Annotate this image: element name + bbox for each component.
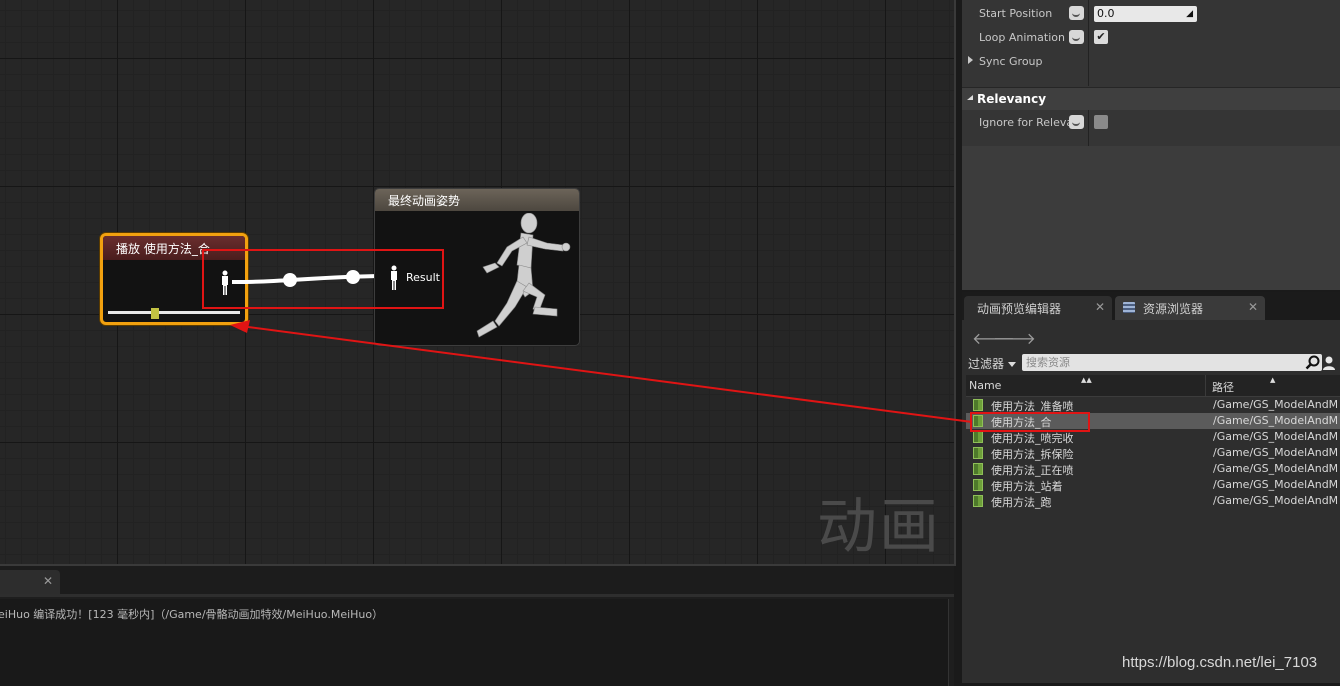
column-divider[interactable] xyxy=(1205,375,1206,396)
collapse-triangle-icon[interactable] xyxy=(967,95,973,100)
user-icon[interactable] xyxy=(1322,355,1336,371)
asset-row[interactable]: 使用方法_准备喷 /Game/GS_ModelAndM xyxy=(966,397,1340,413)
site-watermark: https://blog.csdn.net/lei_7103 xyxy=(1122,654,1318,671)
asset-row[interactable]: 使用方法_跑 /Game/GS_ModelAndM xyxy=(966,493,1340,509)
asset-row[interactable]: 使用方法_正在喷 /Game/GS_ModelAndM xyxy=(966,461,1340,477)
tab-anim-preview-editor[interactable]: 动画预览编辑器 ✕ xyxy=(964,296,1112,320)
output-node-title: 最终动画姿势 xyxy=(375,189,579,211)
filter-dropdown[interactable]: 过滤器 xyxy=(968,355,1016,372)
animation-sequence-icon xyxy=(973,447,983,459)
drag-handle-icon[interactable]: ◢ xyxy=(1186,6,1193,22)
animation-sequence-icon xyxy=(973,479,983,491)
annotation-highlight-box xyxy=(202,249,444,309)
compiler-log-panel: eiHuo 编译成功！[123 毫秒内]（/Game/骨骼动画加特效/MeiHu… xyxy=(0,594,954,686)
compiler-results-tab[interactable]: ✕ xyxy=(0,570,60,594)
tab-content-browser[interactable]: 资源浏览器 ✕ xyxy=(1115,296,1265,320)
relevancy-header-label: Relevancy xyxy=(977,92,1047,106)
reset-to-default-icon[interactable] xyxy=(1069,30,1084,44)
animation-sequence-icon xyxy=(973,399,983,411)
asset-search-box[interactable] xyxy=(1022,354,1322,371)
start-position-row: Start Position 0.0 ◢ xyxy=(962,1,1340,25)
asset-row[interactable]: 使用方法_站着 /Game/GS_ModelAndM xyxy=(966,477,1340,493)
sync-group-row[interactable]: Sync Group xyxy=(962,49,1340,73)
ignore-relevancy-label: Ignore for Relevan xyxy=(979,116,1069,129)
sort-ascending-icon: ▲ xyxy=(1270,376,1276,384)
asset-name: 使用方法_喷完收 xyxy=(991,432,1074,445)
ignore-relevancy-checkbox[interactable] xyxy=(1094,115,1108,129)
close-icon[interactable]: ✕ xyxy=(1095,300,1105,314)
asset-path: /Game/GS_ModelAndM xyxy=(1213,398,1337,411)
search-icon[interactable] xyxy=(1305,355,1320,370)
asset-path: /Game/GS_ModelAndM xyxy=(1213,478,1337,491)
running-mannequin-icon xyxy=(476,213,571,338)
close-icon[interactable]: ✕ xyxy=(43,574,53,588)
animation-sequence-icon xyxy=(973,463,983,475)
close-icon[interactable]: ✕ xyxy=(1248,300,1258,314)
asset-name: 使用方法_拆保险 xyxy=(991,448,1074,461)
reset-to-default-icon[interactable] xyxy=(1069,6,1084,20)
asset-path: /Game/GS_ModelAndM xyxy=(1213,494,1337,507)
start-position-field[interactable]: 0.0 ◢ xyxy=(1094,6,1197,22)
loop-animation-row: Loop Animation ✔ xyxy=(962,25,1340,49)
content-browser-panel: 🡐 🡒 过滤器 Name ▲▲ 路径 ▲ 使用方法_准备喷 /Game/GS_M… xyxy=(962,320,1340,683)
filter-label: 过滤器 xyxy=(968,357,1005,371)
log-message: eiHuo 编译成功！[123 毫秒内]（/Game/骨骼动画加特效/MeiHu… xyxy=(0,608,384,621)
asset-search-input[interactable] xyxy=(1022,354,1296,371)
animation-sequence-icon xyxy=(973,495,983,507)
relevancy-section-header[interactable]: Relevancy xyxy=(962,87,1340,110)
details-panel: Start Position 0.0 ◢ Loop Animation ✔ Sy… xyxy=(962,0,1340,290)
content-browser-icon xyxy=(1123,302,1135,313)
tab-label: 资源浏览器 xyxy=(1143,302,1204,316)
ignore-relevancy-row: Ignore for Relevan xyxy=(962,110,1340,134)
animation-sequence-icon xyxy=(973,431,983,443)
log-tab-bar: ✕ xyxy=(0,566,954,594)
sort-ascending-icon: ▲▲ xyxy=(1081,376,1092,384)
sync-group-label: Sync Group xyxy=(979,55,1043,68)
log-content: eiHuo 编译成功！[123 毫秒内]（/Game/骨骼动画加特效/MeiHu… xyxy=(0,599,949,686)
asset-list-header: Name ▲▲ 路径 ▲ xyxy=(966,375,1340,397)
start-position-label: Start Position xyxy=(979,7,1053,20)
dropdown-arrow-icon xyxy=(1007,362,1016,367)
expand-triangle-icon[interactable] xyxy=(968,56,973,64)
asset-row[interactable]: 使用方法_拆保险 /Game/GS_ModelAndM xyxy=(966,445,1340,461)
asset-path: /Game/GS_ModelAndM xyxy=(1213,430,1337,443)
asset-path: /Game/GS_ModelAndM xyxy=(1213,446,1337,459)
anim-graph-canvas[interactable]: 动画 播放 使用方法_合 最终动画姿势 Result xyxy=(0,0,956,566)
loop-animation-checkbox[interactable]: ✔ xyxy=(1094,30,1108,44)
start-position-value: 0.0 xyxy=(1097,7,1115,20)
loop-animation-label: Loop Animation xyxy=(979,31,1065,44)
asset-name: 使用方法_跑 xyxy=(991,496,1052,509)
name-column-header[interactable]: Name xyxy=(969,379,1001,392)
asset-name: 使用方法_正在喷 xyxy=(991,464,1074,477)
annotation-highlight-box xyxy=(970,412,1090,432)
asset-path: /Game/GS_ModelAndM xyxy=(1213,462,1337,475)
reset-to-default-icon[interactable] xyxy=(1069,115,1084,129)
asset-name: 使用方法_站着 xyxy=(991,480,1063,493)
asset-path: /Game/GS_ModelAndM xyxy=(1213,414,1337,427)
path-column-header[interactable]: 路径 xyxy=(1212,379,1234,395)
tab-label: 动画预览编辑器 xyxy=(977,302,1062,316)
forward-arrow-icon[interactable]: 🡒 xyxy=(993,328,1036,348)
details-empty-area xyxy=(962,146,1340,290)
panel-tab-bar: 动画预览编辑器 ✕ 资源浏览器 ✕ xyxy=(962,292,1340,320)
